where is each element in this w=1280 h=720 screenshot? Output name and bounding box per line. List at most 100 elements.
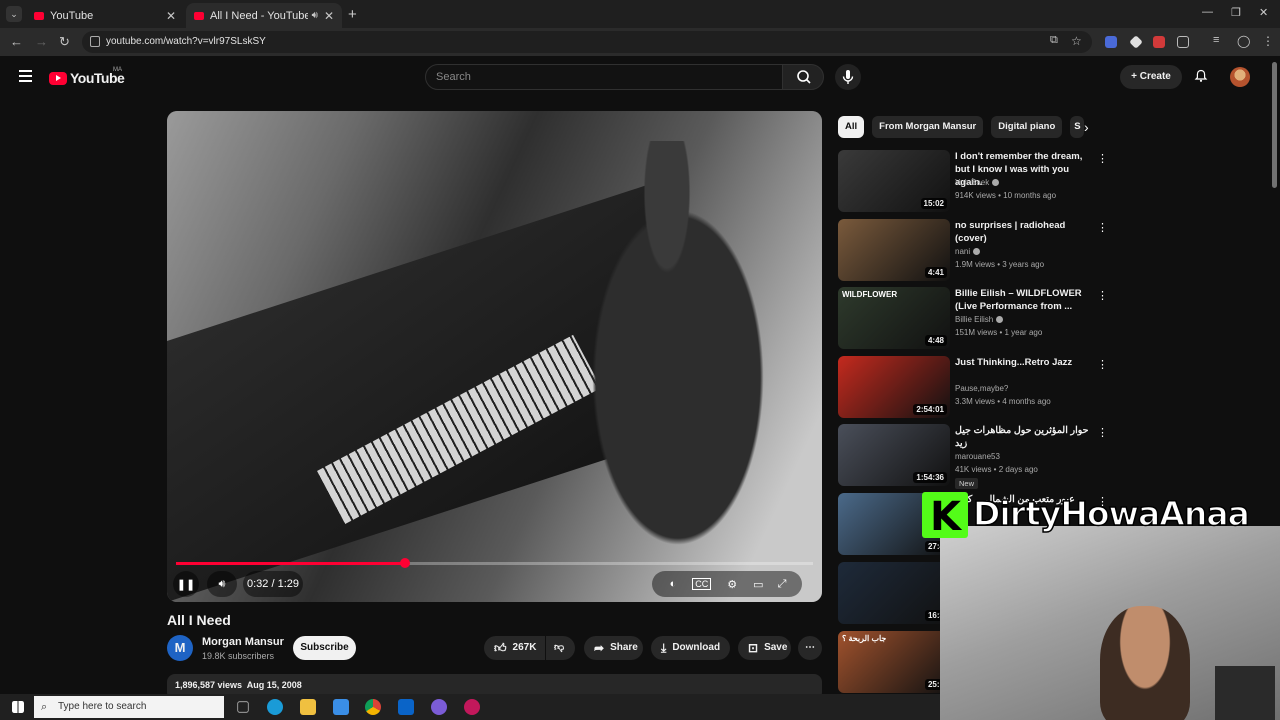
video-thumbnail[interactable]: 25:1 جاب الربحة ؟ [838, 631, 950, 693]
save-button[interactable]: ⊡ Save [738, 636, 791, 660]
app-icon[interactable] [431, 699, 447, 715]
youtube-play-logo-icon [49, 71, 67, 85]
microsoft-store-icon[interactable] [333, 699, 349, 715]
extension-red-icon[interactable] [1153, 36, 1165, 48]
back-button[interactable]: ← [10, 34, 23, 49]
chips-next-chevron-icon[interactable]: › [1084, 119, 1089, 135]
fullscreen-icon[interactable]: ⤢ [778, 578, 787, 591]
obs-icon[interactable] [464, 699, 480, 715]
site-info-icon[interactable] [90, 36, 100, 47]
recommendation-title[interactable]: no surprises | radiohead (cover) [955, 219, 1093, 245]
recommendation-item[interactable]: 4:41 no surprises | radiohead (cover) nani… [838, 219, 1108, 281]
video-thumbnail[interactable]: 16:3 [838, 562, 950, 624]
reload-button[interactable]: ↻ [59, 34, 70, 50]
autoplay-toggle[interactable]: ◐ [670, 578, 677, 590]
video-thumbnail[interactable]: 4:48 WILDFLOWER [838, 287, 950, 349]
recommendation-meta: 914K views • 10 months ago [955, 191, 1057, 200]
extensions-puzzle-icon[interactable] [1177, 36, 1189, 48]
video-thumbnail[interactable]: 1:54:36 [838, 424, 950, 486]
chip-digital-piano[interactable]: Digital piano [991, 116, 1063, 138]
search-button[interactable] [782, 64, 824, 90]
user-avatar[interactable] [1230, 67, 1250, 87]
taskbar-search-input[interactable]: ⌕ Type here to search [34, 696, 224, 718]
extension-diamond-icon[interactable] [1129, 35, 1143, 49]
recommendation-title[interactable]: حوار المؤثرين حول مظاهرات جيل زيد [955, 424, 1093, 450]
chrome-icon[interactable] [365, 699, 381, 715]
recommendation-item[interactable]: 15:02 I don't remember the dream, but I k… [838, 150, 1108, 212]
video-thumbnail[interactable]: 15:02 [838, 150, 950, 212]
volume-button[interactable]: 🔊︎ [207, 571, 237, 597]
task-view-icon[interactable] [237, 701, 249, 713]
more-vertical-icon[interactable]: ⋮ [1097, 221, 1108, 234]
voice-search-button[interactable] [835, 64, 861, 90]
more-vertical-icon[interactable]: ⋮ [1097, 152, 1108, 165]
recommendation-channel[interactable]: Yuh Baek [955, 178, 1000, 187]
edge-icon[interactable] [267, 699, 283, 715]
extension-translate-icon[interactable] [1105, 36, 1117, 48]
progress-bar[interactable] [176, 558, 813, 568]
profile-icon[interactable]: ◯ [1237, 34, 1250, 48]
subscribe-button[interactable]: Subscribe [293, 636, 356, 660]
maximize-button[interactable]: ❐ [1231, 6, 1241, 19]
bookmark-star-icon[interactable]: ☆ [1071, 34, 1082, 48]
video-player[interactable]: ❚❚ 🔊︎ 0:32 / 1:29 ◐ CC ⚙ ▭ ⤢ [167, 111, 822, 602]
browser-tab-youtube[interactable]: YouTube ✕ [26, 3, 184, 28]
outlook-icon[interactable] [398, 699, 414, 715]
recommendation-channel[interactable]: marouane53 [955, 452, 1000, 461]
recommendation-channel[interactable]: nani [955, 247, 981, 256]
recommendation-item[interactable]: 2:54:01 Just Thinking...Retro Jazz Pause,m… [838, 356, 1108, 418]
address-bar[interactable]: youtube.com/watch?v=vlr97SLskSY [82, 31, 1092, 53]
media-controls-icon[interactable]: ≡ [1213, 34, 1219, 46]
download-button[interactable]: ⤓ Download [651, 636, 730, 660]
cast-icon[interactable]: ⧉ [1050, 34, 1058, 47]
tab-search-icon[interactable]: ⌄ [6, 6, 22, 22]
share-button[interactable]: ➦ Share [584, 636, 643, 660]
subtitles-icon[interactable]: CC [692, 578, 712, 590]
pause-button[interactable]: ❚❚ [173, 571, 199, 597]
chip-from-channel[interactable]: From Morgan Mansur [872, 116, 984, 138]
close-tab-icon[interactable]: ✕ [324, 9, 334, 23]
close-window-button[interactable]: ✕ [1259, 6, 1268, 19]
recommendation-title[interactable]: Billie Eilish – WILDFLOWER (Live Perform… [955, 287, 1093, 313]
theater-mode-icon[interactable]: ▭ [753, 578, 763, 591]
settings-gear-icon[interactable]: ⚙ [727, 578, 737, 591]
video-thumbnail[interactable]: 2:54:01 [838, 356, 950, 418]
youtube-logo[interactable]: YouTube MA [49, 67, 125, 86]
close-tab-icon[interactable]: ✕ [166, 9, 176, 23]
video-thumbnail[interactable]: 4:41 [838, 219, 950, 281]
dislike-button[interactable]: 👎︎ [546, 636, 575, 660]
video-pianist [557, 141, 777, 571]
recommendation-item[interactable]: 1:54:36 حوار المؤثرين حول مظاهرات جيل زيد… [838, 424, 1108, 489]
more-vertical-icon[interactable]: ⋮ [1097, 426, 1108, 439]
channel-name[interactable]: Morgan Mansur [202, 636, 284, 648]
search-input[interactable]: Search [425, 64, 783, 90]
channel-avatar[interactable]: M [167, 635, 193, 661]
more-vertical-icon[interactable]: ⋮ [1097, 289, 1108, 302]
video-frame [167, 111, 822, 602]
notifications-bell-icon[interactable] [1194, 69, 1208, 83]
recommendation-channel[interactable]: Billie Eilish [955, 315, 1004, 324]
like-button[interactable]: 👍︎ 267K [484, 636, 545, 660]
youtube-favicon-icon [34, 11, 44, 20]
file-explorer-icon[interactable] [300, 699, 316, 715]
more-actions-button[interactable]: ⋯ [798, 636, 822, 660]
recommendation-item[interactable]: 4:48 WILDFLOWER Billie Eilish – WILDFLOWER… [838, 287, 1108, 349]
new-tab-button[interactable]: + [348, 6, 357, 23]
more-horizontal-icon: ⋯ [805, 642, 815, 653]
menu-icon[interactable] [19, 70, 32, 82]
minimize-button[interactable]: — [1202, 6, 1213, 18]
recommendation-title[interactable]: Just Thinking...Retro Jazz [955, 356, 1093, 369]
browser-tab-all-i-need[interactable]: All I Need - YouTube 🔊︎ ✕ [186, 3, 342, 28]
chip-truncated[interactable]: S [1070, 116, 1085, 138]
recommendation-channel[interactable]: Pause,maybe? [955, 384, 1008, 393]
forward-button[interactable]: → [35, 34, 48, 49]
more-vertical-icon[interactable]: ⋮ [1097, 358, 1108, 371]
recommendation-meta: 3.3M views • 4 months ago [955, 397, 1051, 406]
chip-all[interactable]: All [838, 116, 865, 138]
speaker-icon[interactable]: 🔊︎ [312, 10, 318, 21]
create-button[interactable]: + Create [1120, 65, 1182, 89]
page-scrollbar[interactable] [1272, 62, 1277, 188]
chrome-menu-icon[interactable]: ⋮ [1262, 34, 1274, 48]
windows-start-icon[interactable] [12, 701, 24, 713]
tab-title: All I Need - YouTube [210, 9, 308, 22]
